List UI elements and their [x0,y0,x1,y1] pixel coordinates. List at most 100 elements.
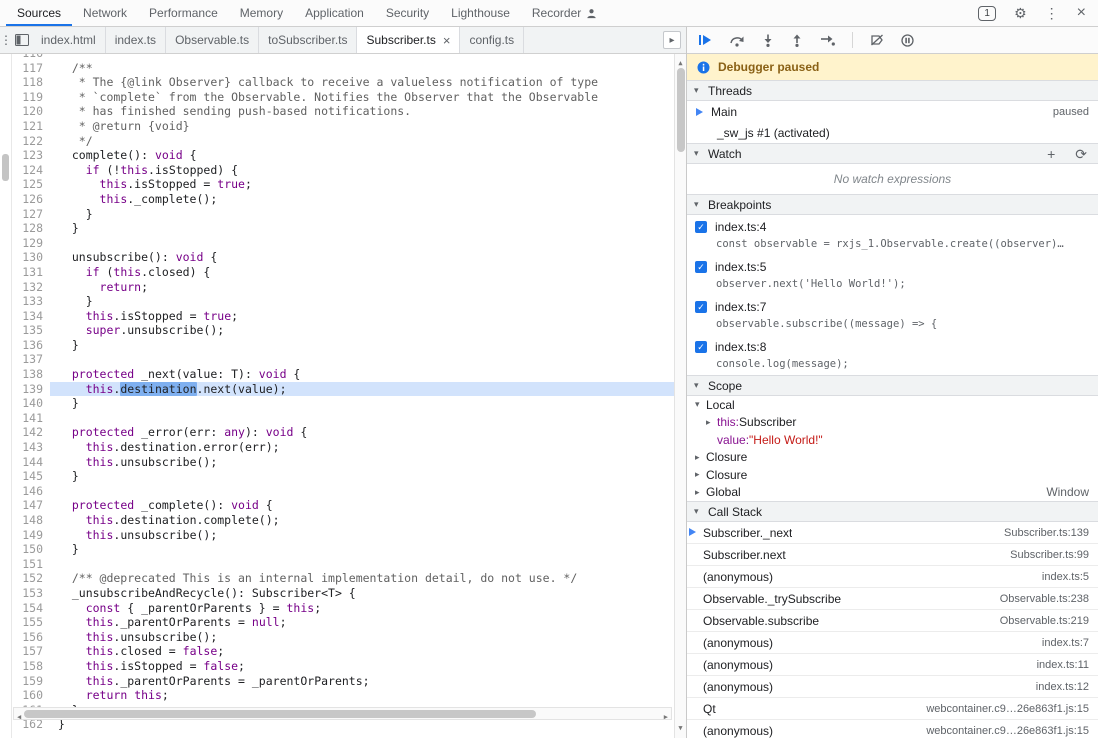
watch-section-header[interactable]: ▾ Watch + ⟳ [687,143,1098,164]
line-content[interactable]: } [50,469,686,484]
breakpoints-section-header[interactable]: ▾ Breakpoints [687,194,1098,215]
call-stack-frame[interactable]: Qtwebcontainer.c9…26e863f1.js:15 [687,698,1098,720]
expand-triangle-icon[interactable]: ▸ [706,417,717,428]
line-number[interactable]: 155 [12,615,50,630]
line-content[interactable]: this.unsubscribe(); [50,630,686,645]
line-content[interactable]: /** @deprecated This is an internal impl… [50,571,686,586]
line-number[interactable]: 134 [12,309,50,324]
scope-row[interactable]: ▾Local [687,396,1098,414]
file-tab-tosubscriber.ts[interactable]: toSubscriber.ts [259,27,357,53]
scope-row[interactable]: ▸this: Subscriber [687,414,1098,432]
more-actions-icon[interactable]: ⋮ [0,27,12,53]
line-number[interactable]: 153 [12,586,50,601]
line-content[interactable] [50,557,686,572]
line-content[interactable]: } [50,338,686,353]
line-number[interactable]: 154 [12,601,50,616]
line-content[interactable]: * `complete` from the Observable. Notifi… [50,90,686,105]
code-editor[interactable]: 116117 /**118 * The {@link Observer} cal… [0,54,686,738]
line-content[interactable]: this.isStopped = false; [50,659,686,674]
expand-triangle-icon[interactable]: ▸ [695,452,706,463]
line-number[interactable]: 123 [12,148,50,163]
line-number[interactable]: 126 [12,192,50,207]
frame-location[interactable]: index.ts:12 [1026,681,1089,693]
line-content[interactable]: this._parentOrParents = null; [50,615,686,630]
panel-tab-recorder[interactable]: Recorder [521,0,608,26]
frame-location[interactable]: index.ts:7 [1032,637,1089,649]
line-content[interactable]: return this; [50,688,686,703]
breakpoint-item[interactable]: ✓index.ts:4const observable = rxjs_1.Obs… [687,215,1098,255]
call-stack-frame[interactable]: (anonymous)index.ts:12 [687,676,1098,698]
breakpoint-checkbox[interactable]: ✓ [695,301,707,313]
line-content[interactable]: this.destination.next(value); [50,382,686,397]
line-number[interactable]: 147 [12,498,50,513]
line-number[interactable]: 132 [12,280,50,295]
breakpoint-item[interactable]: ✓index.ts:7observable.subscribe((message… [687,295,1098,335]
close-devtools-icon[interactable]: × [1077,5,1086,21]
line-number[interactable]: 157 [12,644,50,659]
thread-row[interactable]: _sw_js #1 (activated) [687,123,1098,143]
call-stack-frame[interactable]: (anonymous)index.ts:5 [687,566,1098,588]
line-content[interactable]: if (!this.isStopped) { [50,163,686,178]
close-tab-icon[interactable]: × [443,34,451,47]
scroll-down-icon[interactable]: ▼ [675,721,686,736]
scroll-right-icon[interactable]: ▶ [664,710,668,725]
frame-location[interactable]: webcontainer.c9…26e863f1.js:15 [916,703,1089,715]
line-number[interactable]: 121 [12,119,50,134]
line-content[interactable]: this.unsubscribe(); [50,455,686,470]
line-number[interactable]: 159 [12,674,50,689]
line-content[interactable]: return; [50,280,686,295]
step-into-button[interactable] [762,34,774,47]
file-tab-index.html[interactable]: index.html [32,27,106,53]
line-content[interactable]: } [50,207,686,222]
line-number[interactable]: 120 [12,104,50,119]
file-tab-subscriber.ts[interactable]: Subscriber.ts× [357,27,460,53]
refresh-watch-icon[interactable]: ⟳ [1075,147,1087,161]
line-number[interactable]: 156 [12,630,50,645]
line-content[interactable]: } [50,396,686,411]
line-content[interactable]: * has finished sending push-based notifi… [50,104,686,119]
frame-location[interactable]: webcontainer.c9…26e863f1.js:15 [916,725,1089,737]
line-number[interactable]: 135 [12,323,50,338]
left-scroll-thumb[interactable] [2,154,9,181]
step-over-button[interactable] [729,34,745,47]
panel-tab-performance[interactable]: Performance [138,0,229,26]
panel-tab-memory[interactable]: Memory [229,0,294,26]
panel-tab-security[interactable]: Security [375,0,440,26]
expand-triangle-icon[interactable]: ▸ [695,469,706,480]
line-content[interactable] [50,484,686,499]
scope-row[interactable]: ▸GlobalWindow [687,484,1098,502]
breakpoint-checkbox[interactable]: ✓ [695,341,707,353]
call-stack-frame[interactable]: (anonymous)index.ts:11 [687,654,1098,676]
settings-gear-icon[interactable]: ⚙ [1014,6,1027,20]
threads-section-header[interactable]: ▾ Threads [687,80,1098,101]
horizontal-scroll-thumb[interactable] [24,710,536,718]
line-content[interactable]: this.unsubscribe(); [50,528,686,543]
vertical-scroll-thumb[interactable] [677,68,685,152]
line-content[interactable]: /** [50,61,686,76]
left-scroll-strip[interactable] [0,54,12,738]
line-content[interactable]: this.closed = false; [50,644,686,659]
panel-tab-lighthouse[interactable]: Lighthouse [440,0,521,26]
scope-section-header[interactable]: ▾ Scope [687,375,1098,396]
line-number[interactable]: 122 [12,134,50,149]
line-content[interactable] [50,54,686,61]
line-content[interactable]: protected _error(err: any): void { [50,425,686,440]
more-options-kebab-icon[interactable]: ⋮ [1045,6,1059,20]
line-content[interactable]: } [50,542,686,557]
frame-location[interactable]: index.ts:11 [1027,659,1089,671]
call-stack-frame[interactable]: Subscriber.nextSubscriber.ts:99 [687,544,1098,566]
line-number[interactable]: 143 [12,440,50,455]
thread-row[interactable]: Mainpaused [687,101,1098,123]
line-content[interactable]: this.isStopped = true; [50,177,686,192]
collapse-triangle-icon[interactable]: ▾ [695,399,706,410]
line-number[interactable]: 125 [12,177,50,192]
line-number[interactable]: 137 [12,352,50,367]
issues-counter-badge[interactable]: 1 [978,6,996,21]
line-content[interactable] [50,352,686,367]
line-number[interactable]: 119 [12,90,50,105]
frame-location[interactable]: Subscriber.ts:139 [994,527,1089,539]
line-number[interactable]: 160 [12,688,50,703]
line-content[interactable]: protected _next(value: T): void { [50,367,686,382]
line-content[interactable]: this._parentOrParents = _parentOrParents… [50,674,686,689]
line-content[interactable]: * @return {void} [50,119,686,134]
